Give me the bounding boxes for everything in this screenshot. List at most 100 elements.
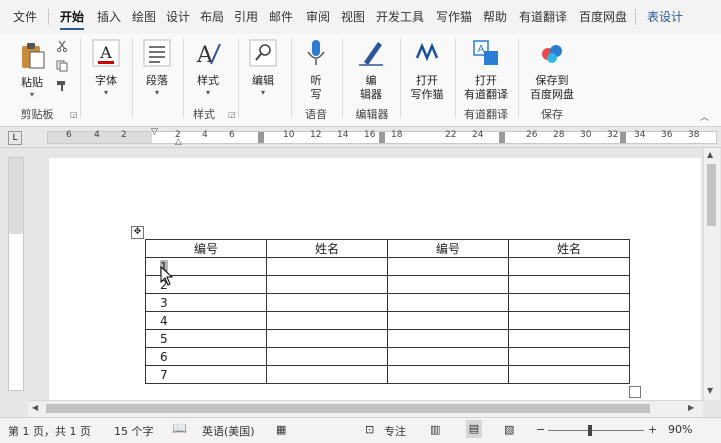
table-cell[interactable]: 4 [145,311,267,330]
zoom-slider-thumb[interactable] [588,425,592,436]
zoom-level[interactable]: 90% [668,423,692,436]
open-writer-cat-button[interactable]: 打开 写作猫 [404,38,450,102]
table-cell[interactable]: 7 [145,365,267,384]
column-marker[interactable] [620,132,626,143]
column-marker[interactable] [258,132,264,143]
open-youdao-label: 打开 有道翻译 [464,74,508,101]
print-layout-icon[interactable]: ▤ [466,420,482,438]
cut-icon[interactable] [56,40,68,52]
table-cell[interactable] [508,365,630,384]
web-layout-icon[interactable]: ▧ [504,423,514,436]
copy-icon[interactable] [56,60,68,72]
table-cell[interactable] [387,347,509,366]
scroll-thumb[interactable] [707,164,716,226]
collapse-ribbon-icon[interactable]: ︿ [700,110,709,123]
tab-insert[interactable]: 插入 [92,0,126,34]
table-cell[interactable] [266,257,388,276]
table-cell[interactable] [508,311,630,330]
column-marker[interactable] [379,132,385,143]
zoom-out-icon[interactable]: − [536,423,545,436]
table-cell[interactable] [508,257,630,276]
table-cell[interactable] [387,293,509,312]
scroll-right-icon[interactable]: ▶ [688,403,694,412]
editor-button[interactable]: 编 辑器 [350,38,392,102]
font-button[interactable]: A 字体 ▾ [86,38,126,98]
scroll-up-icon[interactable]: ▲ [707,150,713,159]
group-divider [342,38,343,118]
read-mode-icon[interactable]: ▥ [430,423,440,436]
page-info[interactable]: 第 1 页，共 1 页 [8,423,91,439]
document-table[interactable]: 编号 姓名 编号 姓名 1 2 3 4 5 6 7 [145,239,630,384]
vertical-scrollbar[interactable]: ▲ ▼ [703,148,720,400]
tab-developer[interactable]: 开发工具 [371,0,429,34]
table-header-cell[interactable]: 编号 [145,239,267,258]
table-cell[interactable] [266,275,388,294]
tab-help[interactable]: 帮助 [478,0,512,34]
format-painter-icon[interactable] [56,80,68,92]
dialog-launcher-icon[interactable]: ◲ [228,110,236,119]
table-cell[interactable] [387,311,509,330]
tab-references[interactable]: 引用 [229,0,263,34]
table-cell[interactable] [387,257,509,276]
scroll-left-icon[interactable]: ◀ [32,403,38,412]
zoom-slider[interactable] [548,430,644,431]
scroll-thumb[interactable] [46,404,650,413]
focus-mode-label[interactable]: 专注 [384,423,406,439]
focus-icon[interactable]: ⊡ [365,423,374,436]
table-cell[interactable] [508,329,630,348]
table-move-handle-icon[interactable]: ✥ [131,226,144,239]
table-cell[interactable]: 3 [145,293,267,312]
zoom-in-icon[interactable]: + [648,423,657,436]
table-cell[interactable]: 6 [145,347,267,366]
table-header-cell[interactable]: 姓名 [508,239,630,258]
tab-review[interactable]: 审阅 [301,0,335,34]
ruler-tick: 28 [553,130,565,140]
save-to-baidu-button[interactable]: 保存到 百度网盘 [524,38,580,102]
table-cell[interactable] [266,293,388,312]
table-cell[interactable] [266,329,388,348]
table-header-cell[interactable]: 编号 [387,239,509,258]
table-cell[interactable] [266,311,388,330]
table-cell[interactable] [387,329,509,348]
dictate-button[interactable]: 听 写 [298,38,334,102]
table-cell[interactable] [508,275,630,294]
horizontal-scrollbar[interactable]: ◀ ▶ [28,400,703,417]
chevron-down-icon: ▾ [260,88,265,97]
paragraph-button[interactable]: 段落 ▾ [137,38,177,98]
table-header-cell[interactable]: 姓名 [266,239,388,258]
accessibility-icon[interactable]: ▦ [276,423,286,436]
table-cell[interactable] [508,293,630,312]
table-cell[interactable] [266,365,388,384]
tab-file[interactable]: 文件 [6,0,44,34]
table-cell[interactable] [508,347,630,366]
table-cell[interactable] [266,347,388,366]
tab-draw[interactable]: 绘图 [127,0,161,34]
word-count[interactable]: 15 个字 [114,423,154,439]
tab-design[interactable]: 设计 [161,0,195,34]
hanging-indent-marker[interactable]: △ [175,137,182,147]
tab-youdao[interactable]: 有道翻译 [514,0,572,34]
tab-view[interactable]: 视图 [336,0,370,34]
tab-table-design[interactable]: 表设计 [640,0,690,34]
open-youdao-button[interactable]: A 打开 有道翻译 [460,38,512,102]
table-cell[interactable]: 5 [145,329,267,348]
tab-selector-icon[interactable]: L [8,131,22,145]
first-line-indent-marker[interactable]: ▽ [151,127,158,137]
table-resize-handle[interactable] [629,386,641,398]
styles-button[interactable]: A 样式 ▾ [188,38,228,98]
tab-mailings[interactable]: 邮件 [264,0,298,34]
tab-home[interactable]: 开始 [54,0,90,34]
table-cell[interactable] [387,365,509,384]
dialog-launcher-icon[interactable]: ◲ [70,110,78,119]
scroll-down-icon[interactable]: ▼ [707,386,713,395]
paste-button[interactable]: 粘贴 ▾ [12,40,52,100]
tab-layout[interactable]: 布局 [195,0,229,34]
column-marker[interactable] [499,132,505,143]
editing-button[interactable]: 编辑 ▾ [243,38,283,98]
tab-baidu[interactable]: 百度网盘 [574,0,632,34]
language-indicator[interactable]: 英语(美国) [202,423,255,439]
proofing-book-icon[interactable]: 📖 [172,421,187,435]
tab-writer-cat[interactable]: 写作猫 [431,0,477,34]
horizontal-ruler[interactable]: L 6 4 2 2 4 6 10 12 14 16 18 22 24 26 28… [0,127,721,148]
table-cell[interactable] [387,275,509,294]
